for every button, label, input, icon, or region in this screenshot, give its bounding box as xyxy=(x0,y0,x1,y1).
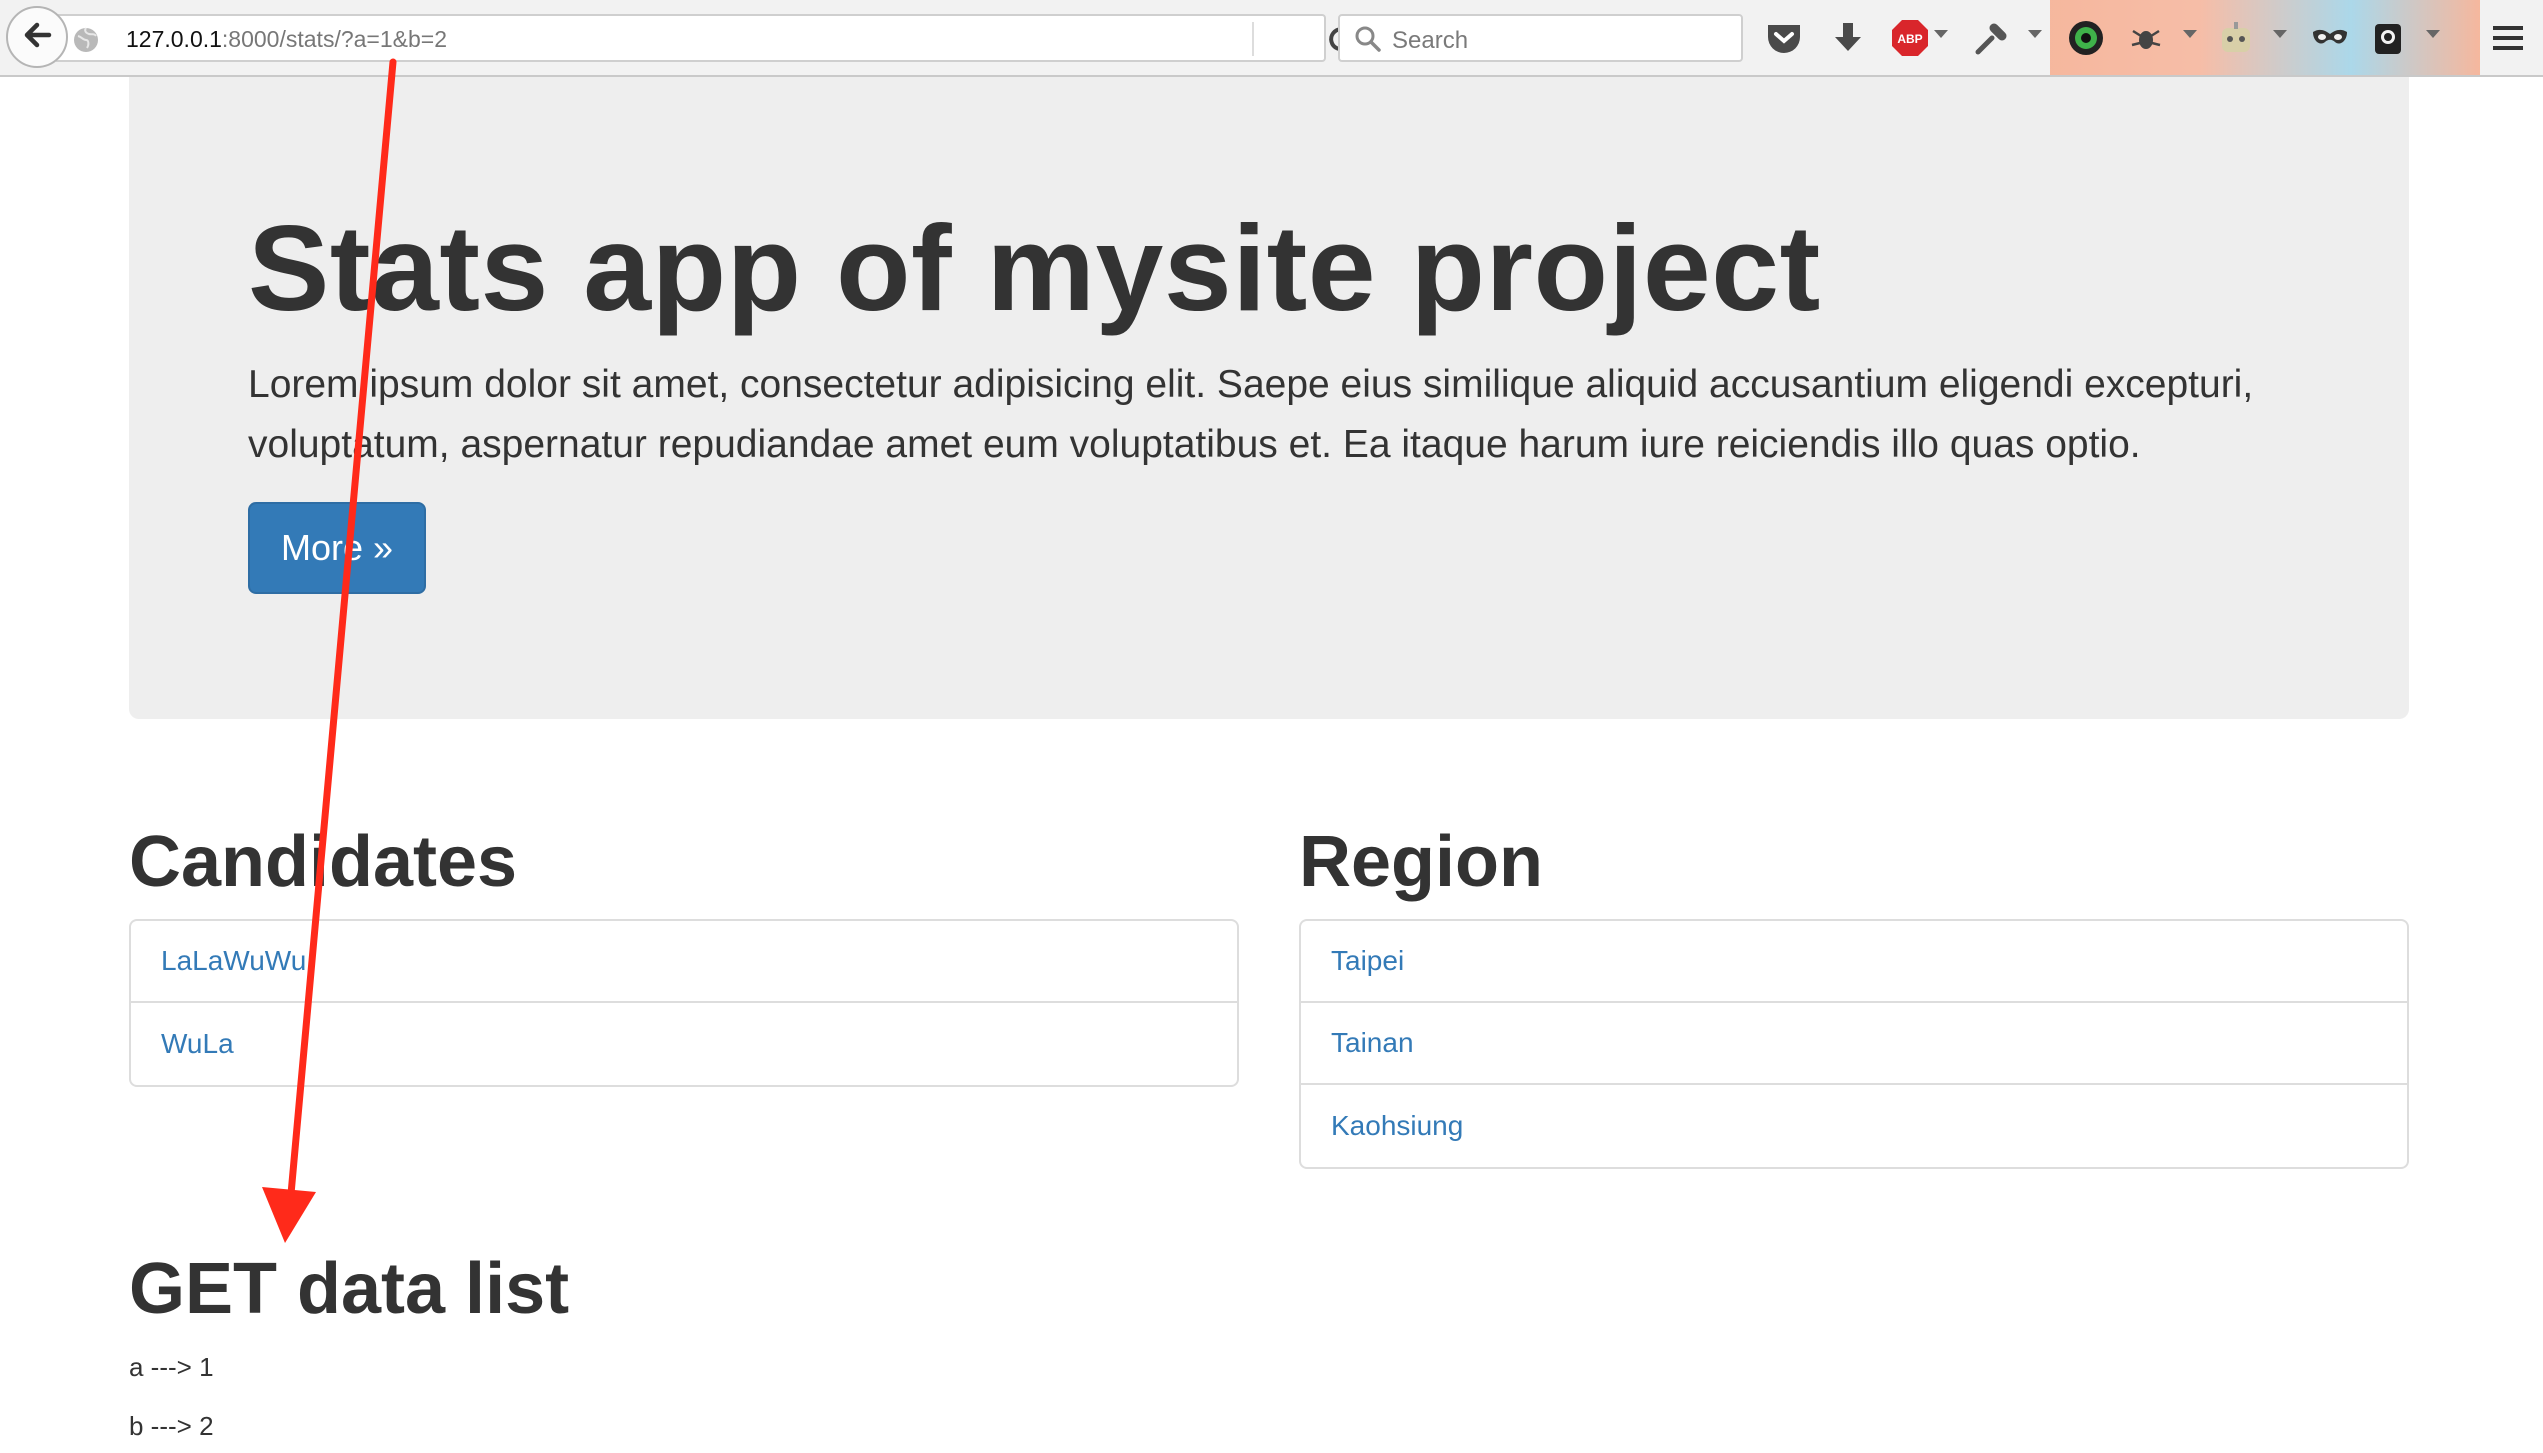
pocket-icon[interactable] xyxy=(1764,18,1804,58)
list-item[interactable]: Tainan xyxy=(1301,1003,2407,1085)
list-item[interactable]: LaLaWuWu xyxy=(131,921,1237,1003)
get-data-item: b ---> 2 xyxy=(129,1411,214,1441)
eyedropper-dropdown-icon[interactable] xyxy=(2028,30,2042,38)
globe-icon xyxy=(72,26,100,59)
adblock-dropdown-icon[interactable] xyxy=(1934,30,1948,38)
url-path: :8000/stats/?a=1&b=2 xyxy=(221,26,447,52)
download-icon[interactable] xyxy=(1828,18,1868,58)
adblock-icon[interactable]: ABP xyxy=(1890,18,1930,58)
bug-dropdown-icon[interactable] xyxy=(2183,30,2197,38)
menu-icon[interactable] xyxy=(2488,18,2528,58)
mask-icon[interactable] xyxy=(2310,18,2350,58)
get-data-item: a ---> 1 xyxy=(129,1352,214,1382)
adblock-label: ABP xyxy=(1897,32,1922,46)
color-wheel-icon[interactable] xyxy=(2066,18,2106,58)
hero-description: Lorem ipsum dolor sit amet, consectetur … xyxy=(248,363,2254,466)
candidates-list: LaLaWuWu WuLa xyxy=(129,919,1239,1087)
back-button[interactable] xyxy=(6,6,68,68)
list-item[interactable]: Taipei xyxy=(1301,921,2407,1003)
browser-toolbar: 127.0.0.1:8000/stats/?a=1&b=2 Search ABP xyxy=(0,0,2543,77)
url-bar[interactable]: 127.0.0.1:8000/stats/?a=1&b=2 xyxy=(56,14,1353,62)
region-list: Taipei Tainan Kaohsiung xyxy=(1299,919,2409,1169)
eyedropper-icon[interactable] xyxy=(1972,18,2012,58)
more-button[interactable]: More » xyxy=(248,502,426,594)
search-placeholder: Search xyxy=(1392,27,1469,54)
annotation-arrow-head xyxy=(262,1187,316,1243)
region-heading: Region xyxy=(1299,822,1543,902)
robot-icon[interactable] xyxy=(2216,18,2256,58)
back-arrow-icon xyxy=(21,19,53,56)
toolbar-theme-art xyxy=(2050,0,2480,75)
page-title: Stats app of mysite project xyxy=(248,200,1821,336)
search-icon xyxy=(1354,25,1382,58)
camera-dropdown-icon[interactable] xyxy=(2426,30,2440,38)
url-text[interactable]: 127.0.0.1:8000/stats/?a=1&b=2 xyxy=(126,26,447,53)
camera-icon[interactable] xyxy=(2368,18,2408,58)
search-bar[interactable]: Search xyxy=(1338,14,1743,62)
bug-icon[interactable] xyxy=(2126,18,2166,58)
list-item[interactable]: Kaohsiung xyxy=(1301,1085,2407,1167)
url-divider xyxy=(1252,22,1254,56)
list-item[interactable]: WuLa xyxy=(131,1003,1237,1085)
url-host: 127.0.0.1 xyxy=(126,26,222,52)
candidates-heading: Candidates xyxy=(129,822,518,902)
get-data-heading: GET data list xyxy=(129,1249,570,1329)
robot-dropdown-icon[interactable] xyxy=(2273,30,2287,38)
